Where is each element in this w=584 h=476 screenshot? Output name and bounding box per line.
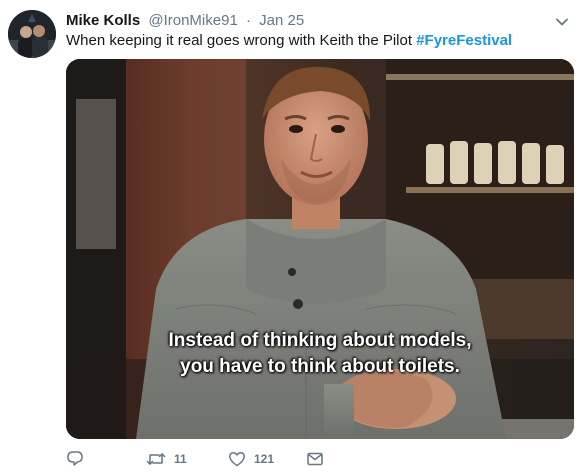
tweet-body: When keeping it real goes wrong with Kei… bbox=[66, 32, 413, 49]
media-caption-line2: you have to think about toilets. bbox=[180, 356, 460, 377]
retweet-icon bbox=[146, 450, 166, 468]
separator-dot: · bbox=[245, 12, 251, 29]
media-image bbox=[66, 59, 574, 439]
like-count: 121 bbox=[254, 452, 275, 466]
direct-message-button[interactable] bbox=[306, 448, 324, 470]
reply-icon bbox=[66, 450, 84, 468]
tweet-actions: 11 121 bbox=[66, 448, 566, 470]
tweet-date[interactable]: Jan 25 bbox=[259, 12, 304, 29]
tweet: Mike Kolls @IronMike91 · Jan 25 When kee… bbox=[0, 0, 584, 476]
tweet-text: When keeping it real goes wrong with Kei… bbox=[66, 31, 512, 51]
retweet-button[interactable]: 11 bbox=[146, 448, 187, 470]
hashtag-link[interactable]: #FyreFestival bbox=[416, 32, 512, 49]
reply-button[interactable] bbox=[66, 448, 84, 470]
author-handle[interactable]: @IronMike91 bbox=[148, 12, 237, 29]
envelope-icon bbox=[306, 450, 324, 468]
tweet-header: Mike Kolls @IronMike91 · Jan 25 bbox=[66, 11, 554, 31]
chevron-down-icon[interactable] bbox=[554, 14, 570, 30]
media-caption-line1: Instead of thinking about models, bbox=[168, 330, 472, 351]
tweet-media[interactable]: Instead of thinking about models, you ha… bbox=[66, 59, 574, 439]
heart-icon bbox=[228, 450, 246, 468]
like-button[interactable]: 121 bbox=[228, 448, 274, 470]
avatar-image bbox=[8, 10, 56, 58]
retweet-count: 11 bbox=[174, 452, 187, 466]
avatar[interactable] bbox=[8, 10, 56, 58]
author-name[interactable]: Mike Kolls bbox=[66, 12, 140, 29]
